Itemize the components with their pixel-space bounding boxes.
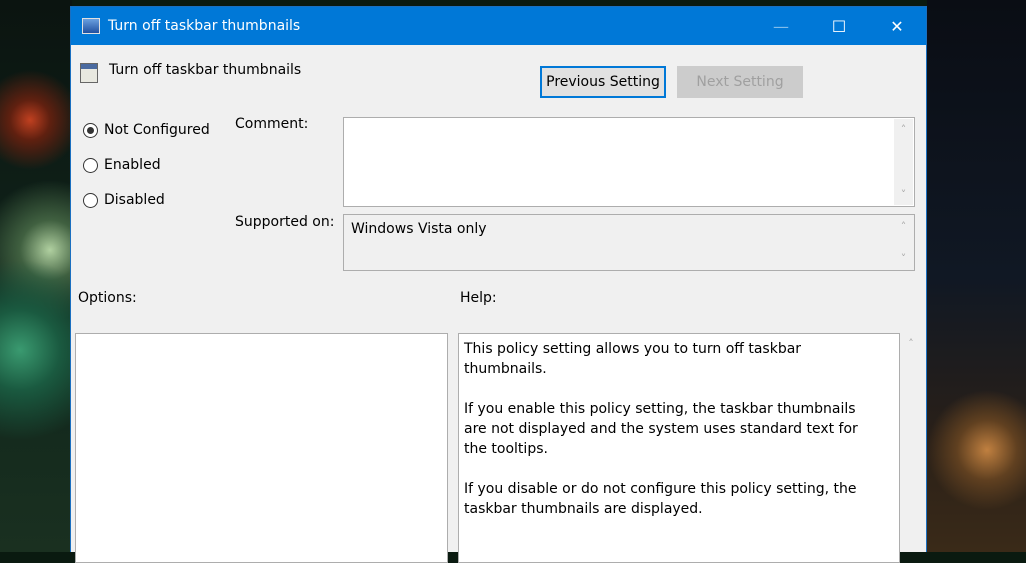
supported-scrollbar[interactable]: ˄ ˅ [894,216,913,269]
comment-scrollbar[interactable]: ˄ ˅ [894,119,913,205]
window-title: Turn off taskbar thumbnails [108,18,301,34]
radio-label: Enabled [104,157,161,173]
radio-label: Not Configured [104,122,210,138]
next-setting-button[interactable]: Next Setting [677,66,803,98]
comment-textarea[interactable]: ˄ ˅ [343,117,915,207]
radio-selected-icon [83,122,98,138]
title-bar[interactable]: Turn off taskbar thumbnails — ☐ ✕ [71,7,926,45]
minimize-button[interactable]: — [752,7,810,45]
maximize-button[interactable]: ☐ [810,7,868,45]
help-paragraph: If you disable or do not configure this … [464,481,857,517]
desktop-wallpaper-left [0,0,72,552]
radio-label: Disabled [104,192,165,208]
options-label: Options: [78,290,137,306]
help-label: Help: [460,290,497,306]
radio-not-configured[interactable]: Not Configured [83,122,210,138]
supported-on-value: Windows Vista only [351,221,487,237]
setting-title: Turn off taskbar thumbnails [109,62,302,78]
scroll-down-icon[interactable]: ˅ [901,252,907,265]
close-button[interactable]: ✕ [868,7,926,45]
scroll-up-icon[interactable]: ˄ [901,220,907,233]
comment-label: Comment: [235,116,309,132]
scroll-up-icon[interactable]: ˄ [901,123,907,136]
radio-icon [83,157,98,173]
policy-setting-dialog: Turn off taskbar thumbnails — ☐ ✕ Turn o… [70,6,927,563]
policy-setting-icon [80,63,98,83]
help-paragraph: If you enable this policy setting, the t… [464,401,858,457]
radio-enabled[interactable]: Enabled [83,157,161,173]
supported-on-field: Windows Vista only ˄ ˅ [343,214,915,271]
help-paragraph: This policy setting allows you to turn o… [464,341,802,377]
previous-setting-button[interactable]: Previous Setting [540,66,666,98]
policy-app-icon [82,18,100,34]
radio-icon [83,192,98,208]
help-pane: This policy setting allows you to turn o… [458,333,900,563]
desktop-wallpaper-right [927,0,1026,552]
options-pane [75,333,448,563]
radio-disabled[interactable]: Disabled [83,192,165,208]
scroll-up-icon[interactable]: ˄ [908,337,914,350]
supported-on-label: Supported on: [235,214,335,230]
scroll-down-icon[interactable]: ˅ [901,188,907,201]
help-scrollbar[interactable]: ˄ [901,333,921,563]
